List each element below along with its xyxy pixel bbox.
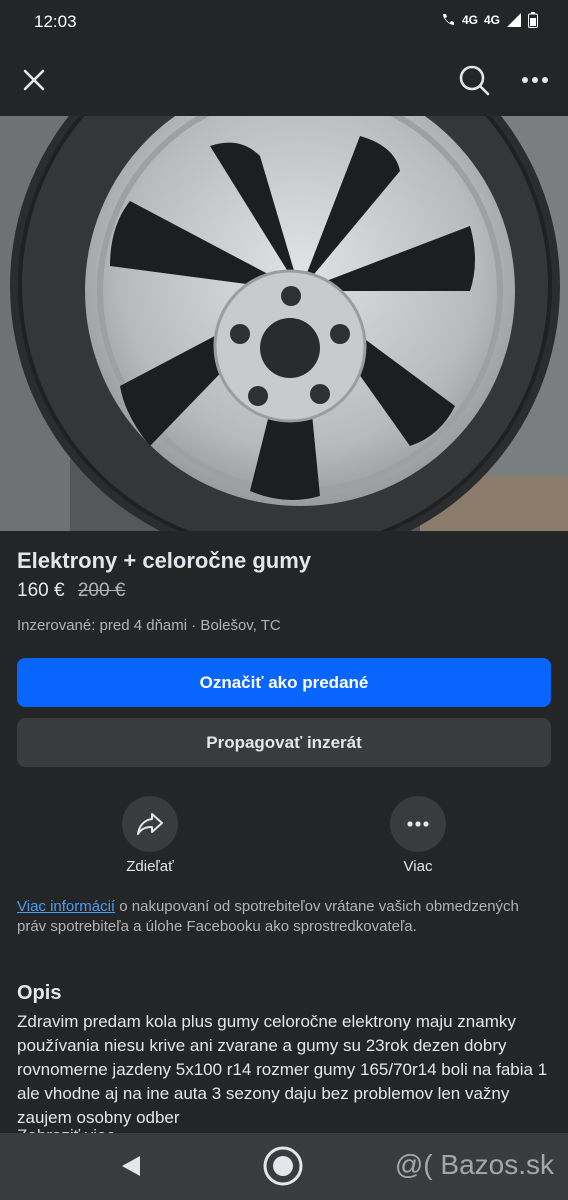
more-info-link[interactable]: Viac informácií — [17, 898, 115, 915]
close-icon — [23, 69, 45, 91]
share-icon — [137, 813, 163, 835]
listing-photo[interactable] — [0, 116, 568, 531]
listing-meta: Inzerované: pred 4 dňami · Bolešov, TC — [17, 617, 281, 634]
wheel-image — [0, 116, 568, 531]
home-circle-icon — [263, 1146, 303, 1186]
more-options-button[interactable] — [513, 58, 557, 102]
watermark: @( Bazos.sk — [394, 1149, 554, 1180]
back-button[interactable] — [118, 1153, 144, 1184]
description-body: Zdravim predam kola plus gumy celoročne … — [17, 1012, 548, 1127]
more-horizontal-icon — [522, 77, 548, 83]
share-action[interactable]: Zdieľať — [90, 796, 210, 875]
search-button[interactable] — [452, 58, 496, 102]
listing-title: Elektrony + celoročne gumy — [17, 548, 312, 573]
more-horizontal-icon — [407, 821, 429, 827]
wifi-calling-icon — [442, 14, 454, 25]
back-triangle-icon — [122, 1156, 140, 1176]
more-button[interactable] — [390, 796, 446, 852]
share-button[interactable] — [122, 796, 178, 852]
close-button[interactable] — [12, 58, 56, 102]
status-icons: 4G 4G — [440, 12, 538, 28]
signal-icon — [507, 13, 521, 27]
consumer-info: Viac informácií o nakupovaní od spotrebi… — [17, 897, 551, 937]
more-label: Viac — [403, 858, 433, 875]
status-time: 12:03 — [34, 12, 77, 31]
network-label-2: 4G — [483, 13, 500, 27]
current-price: 160 € — [17, 580, 65, 601]
more-action[interactable]: Viac — [358, 796, 478, 875]
battery-icon — [528, 12, 538, 28]
system-nav-bar: @( Bazos.sk — [0, 1133, 568, 1200]
price-row: 160 € 200 € — [17, 580, 125, 602]
description-heading: Opis — [17, 982, 62, 1004]
network-label-1: 4G — [461, 13, 478, 27]
share-label: Zdieľať — [126, 858, 174, 875]
status-bar: 12:03 4G 4G — [0, 0, 568, 44]
search-icon — [459, 65, 490, 96]
top-bar — [0, 44, 568, 116]
old-price: 200 € — [77, 580, 126, 601]
home-button[interactable] — [262, 1145, 304, 1192]
promote-listing-button[interactable]: Propagovať inzerát — [17, 718, 551, 767]
mark-sold-button[interactable]: Označiť ako predané — [17, 658, 551, 707]
